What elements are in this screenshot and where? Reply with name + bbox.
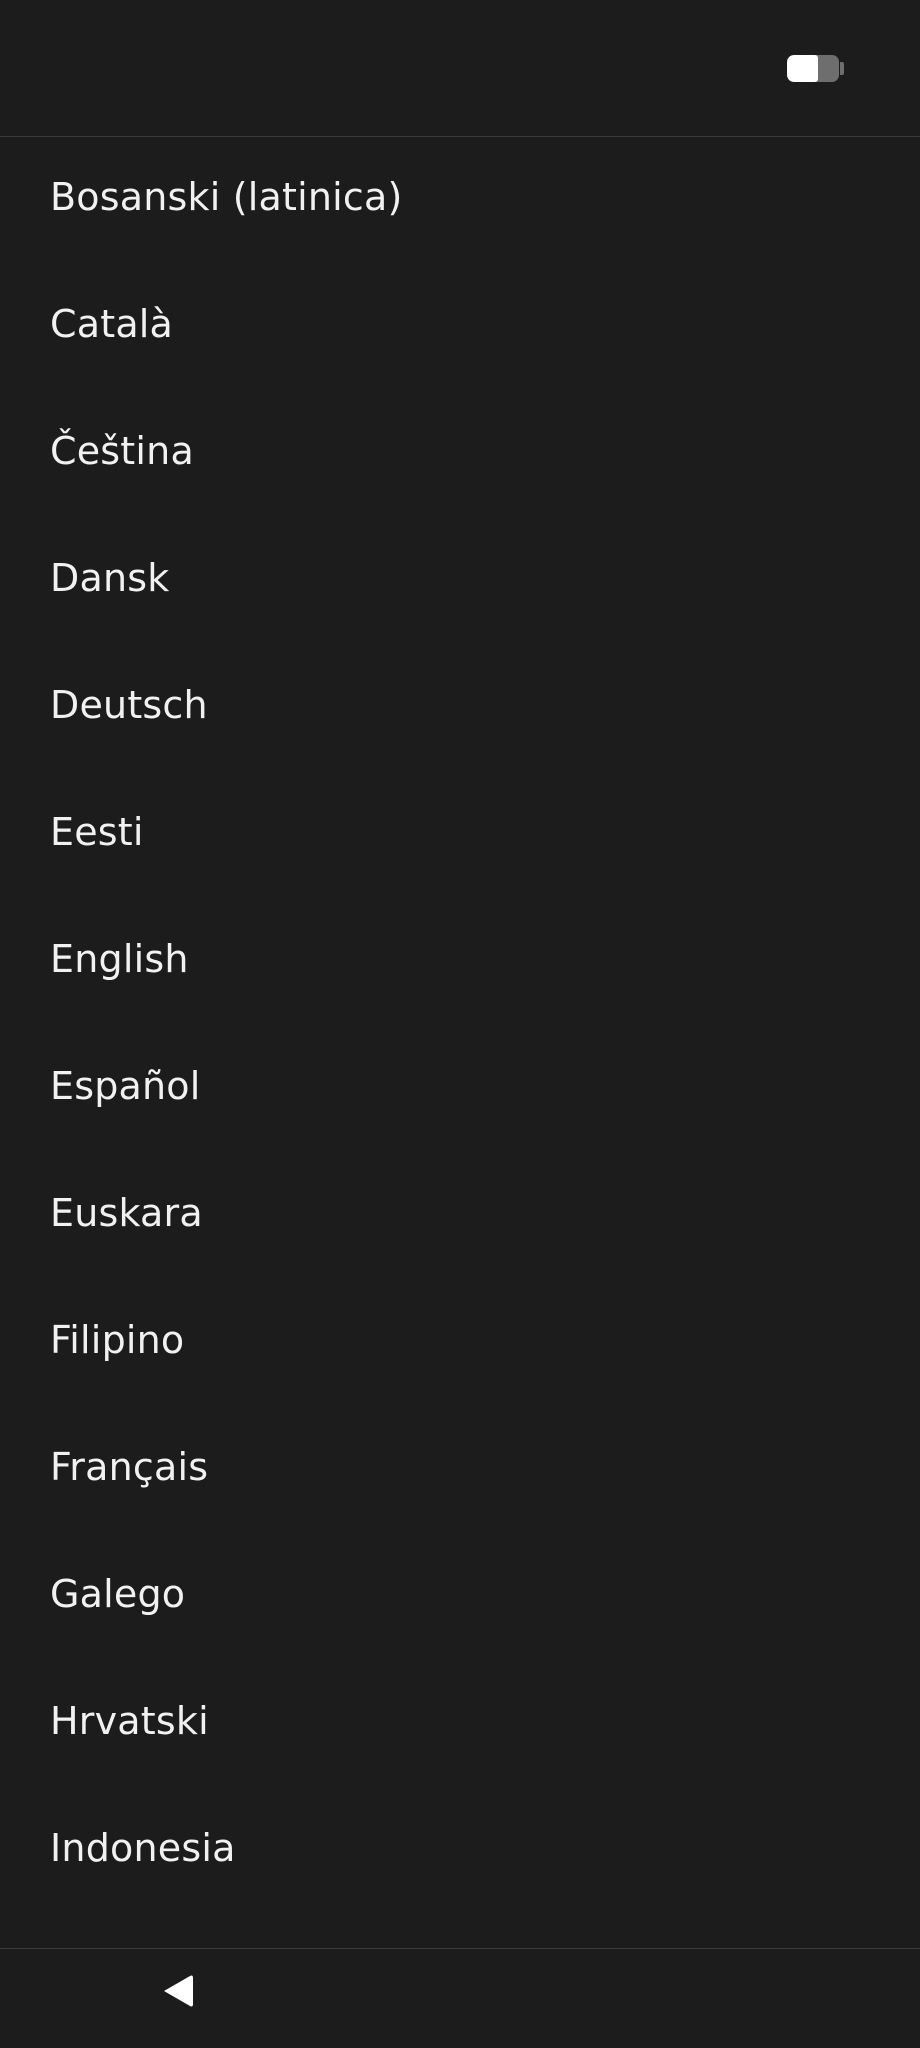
status-bar <box>0 0 920 137</box>
language-item-dansk[interactable]: Dansk <box>0 514 920 641</box>
language-item-espanol[interactable]: Español <box>0 1022 920 1149</box>
language-item-hrvatski[interactable]: Hrvatski <box>0 1657 920 1784</box>
battery-level-fill <box>787 55 819 82</box>
language-item-euskara[interactable]: Euskara <box>0 1149 920 1276</box>
navigation-bar <box>0 1948 920 2048</box>
language-label: Français <box>50 1444 209 1489</box>
language-label: Español <box>50 1063 201 1108</box>
battery-icon <box>787 55 839 82</box>
language-item-catala[interactable]: Català <box>0 260 920 387</box>
language-item-cestina[interactable]: Čeština <box>0 387 920 514</box>
language-label: Čeština <box>50 428 194 473</box>
language-label: Euskara <box>50 1190 203 1235</box>
language-item-francais[interactable]: Français <box>0 1403 920 1530</box>
language-label: Deutsch <box>50 682 208 727</box>
language-label: English <box>50 936 189 981</box>
language-item-indonesia[interactable]: Indonesia <box>0 1784 920 1911</box>
language-label: Dansk <box>50 555 170 600</box>
language-item-bosanski[interactable]: Bosanski (latinica) <box>0 133 920 260</box>
language-label: Bosanski (latinica) <box>50 174 403 219</box>
language-item-galego[interactable]: Galego <box>0 1530 920 1657</box>
language-item-eesti[interactable]: Eesti <box>0 768 920 895</box>
battery-tip <box>840 62 844 75</box>
back-triangle-icon <box>164 1975 193 2007</box>
language-label: Català <box>50 301 174 346</box>
back-button[interactable] <box>150 1963 206 2019</box>
language-label: Galego <box>50 1571 186 1616</box>
language-label: Eesti <box>50 809 144 854</box>
language-list: Bosanski (latinica) Català Čeština Dansk… <box>0 133 920 1911</box>
language-item-filipino[interactable]: Filipino <box>0 1276 920 1403</box>
language-label: Indonesia <box>50 1825 236 1870</box>
language-item-english[interactable]: English <box>0 895 920 1022</box>
language-label: Filipino <box>50 1317 185 1362</box>
language-label: Hrvatski <box>50 1698 209 1743</box>
language-item-deutsch[interactable]: Deutsch <box>0 641 920 768</box>
